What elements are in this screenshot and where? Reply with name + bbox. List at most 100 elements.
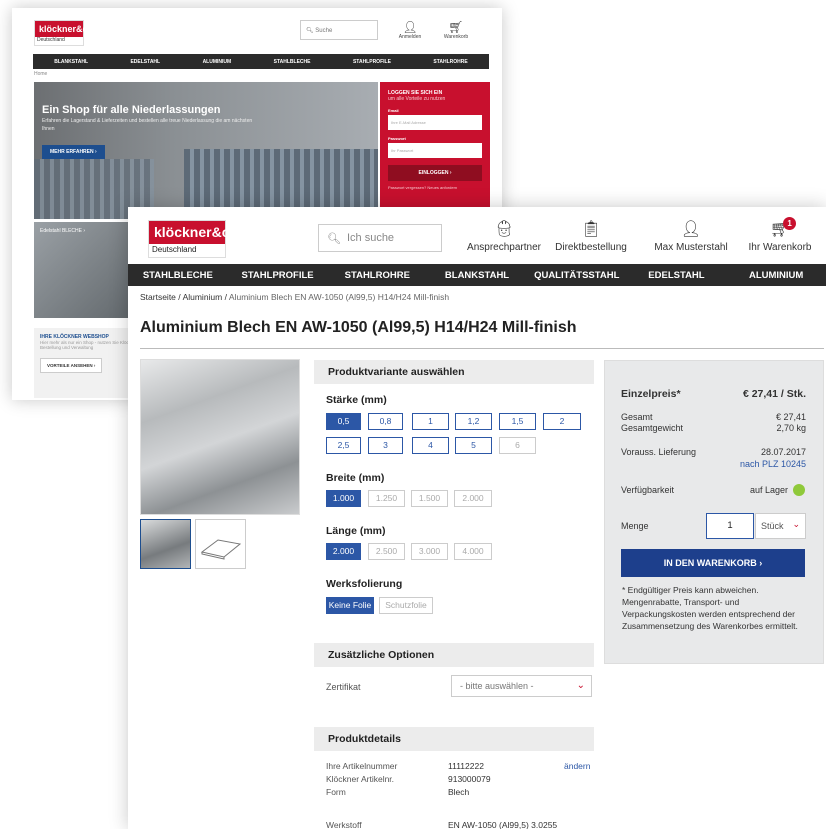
kloeckner-article-value: 913000079 [448, 774, 491, 784]
total-label: Gesamt [621, 412, 653, 422]
total-weight-value: 2,70 kg [776, 423, 806, 433]
bg-login-link[interactable]: 👤︎ Anmelden [390, 20, 430, 40]
clipboard-icon: 📋︎ [580, 221, 602, 238]
bg-nav-item[interactable]: BLANKSTAHL [54, 59, 88, 65]
thumbnail-drawing[interactable] [195, 519, 246, 569]
thumbnail-photo[interactable] [140, 519, 191, 569]
thickness-option-5[interactable]: 5 [455, 437, 492, 454]
nav-item-aluminium[interactable]: ALUMINIUM [726, 270, 826, 281]
thickness-label: Stärke (mm) [326, 394, 387, 406]
bg-nav-item[interactable]: EDELSTAHL [130, 59, 160, 65]
direct-order-link[interactable]: 📋︎ Direktbestellung [551, 221, 631, 253]
contact-label: Ansprechpartner [467, 242, 541, 253]
breadcrumb: Startseite / Aluminium / Aluminium Blech… [140, 292, 449, 302]
bg-breadcrumb[interactable]: Home [34, 71, 47, 77]
search-placeholder: Ich suche [346, 232, 395, 244]
bg-login-label: Anmelden [398, 34, 422, 40]
bg-cart-link[interactable]: 🛒︎ Warenkorb [436, 20, 476, 40]
bg-nav-item[interactable]: STAHLPROFILE [353, 59, 391, 65]
edit-article-link[interactable]: ändern [564, 760, 590, 773]
details-section-header: Produktdetails [314, 727, 594, 751]
length-option-4000[interactable]: 4.000 [454, 543, 492, 560]
bg-webshop-button[interactable]: VORTEILE ANSEHEN › [40, 358, 103, 373]
user-icon: 👤︎ [402, 20, 418, 34]
kloeckner-article-label: Klöckner Artikelnr. [326, 774, 395, 784]
unit-select[interactable]: Stück ⌄ [755, 513, 806, 539]
options-section-header: Zusätzliche Optionen [314, 643, 594, 667]
cart-icon: 🛒︎ 1 [770, 217, 797, 239]
breadcrumb-current: Aluminium Blech EN AW-1050 (Al99,5) H14/… [228, 292, 450, 302]
length-option-2000[interactable]: 2.000 [326, 543, 361, 560]
nav-item-qualitaetsstahl[interactable]: QUALITÄTSSTAHL [527, 270, 627, 281]
user-account-link[interactable]: 👤︎ Max Musterstahl [646, 221, 736, 253]
thickness-option-1[interactable]: 1 [412, 413, 449, 430]
breadcrumb-aluminium[interactable]: Aluminium [183, 292, 223, 302]
width-option-2000[interactable]: 2.000 [454, 490, 492, 507]
thickness-option-3[interactable]: 3 [368, 437, 403, 454]
bg-nav-item[interactable]: STAHLBLECHE [274, 59, 311, 65]
thickness-option-0-5[interactable]: 0,5 [326, 413, 361, 430]
search-input[interactable]: 🔍︎ Ich suche [318, 224, 442, 252]
bg-logo[interactable]: klöckner&co Deutschland [34, 20, 93, 46]
bg-hero-button[interactable]: MEHR ERFAHREN › [42, 145, 105, 159]
thickness-option-2-5[interactable]: 2,5 [326, 437, 361, 454]
bg-logo-sub: Deutschland [37, 37, 65, 43]
width-option-1500[interactable]: 1.500 [411, 490, 448, 507]
length-label: Länge (mm) [326, 525, 386, 537]
breadcrumb-separator: / [224, 292, 227, 302]
delivery-zip-link[interactable]: nach PLZ 10245 [696, 459, 806, 469]
product-image[interactable] [140, 359, 300, 515]
width-option-1000[interactable]: 1.000 [326, 490, 361, 507]
thickness-option-1-2[interactable]: 1,2 [455, 413, 492, 430]
divider [140, 348, 824, 349]
cart-link[interactable]: 🛒︎ 1 Ihr Warenkorb [740, 217, 820, 253]
nav-item-stahlrohre[interactable]: STAHLROHRE [327, 270, 427, 281]
length-option-2500[interactable]: 2.500 [368, 543, 405, 560]
unit-select-value: Stück [761, 521, 784, 531]
thickness-option-4[interactable]: 4 [412, 437, 449, 454]
bg-email-input[interactable]: Ihre E-Mail Adresse [388, 115, 482, 130]
bg-forgot-link[interactable]: Passwort vergessen? Neues anfordern [388, 185, 482, 190]
bg-search-input[interactable]: 🔍︎ Suche [300, 20, 378, 40]
quantity-input[interactable]: 1 [706, 513, 754, 539]
add-to-cart-button[interactable]: IN DEN WARENKORB › [621, 549, 805, 577]
thickness-option-1-5[interactable]: 1,5 [499, 413, 536, 430]
thickness-option-6[interactable]: 6 [499, 437, 536, 454]
nav-item-stahlbleche[interactable]: STAHLBLECHE [128, 270, 228, 281]
nav-item-edelstahl[interactable]: EDELSTAHL [627, 270, 727, 281]
width-label: Breite (mm) [326, 472, 385, 484]
breadcrumb-home[interactable]: Startseite [140, 292, 176, 302]
bg-nav-item[interactable]: STAHLROHRE [433, 59, 467, 65]
cart-count-badge: 1 [783, 217, 797, 230]
unit-price-value: € 27,41 / Stk. [742, 388, 806, 400]
variant-section-header: Produktvariante auswählen [314, 360, 594, 384]
bg-password-label: Passwort [388, 136, 406, 141]
direct-order-label: Direktbestellung [555, 242, 627, 253]
bg-nav-item[interactable]: ALUMINIUM [203, 59, 232, 65]
foil-option-none[interactable]: Keine Folie [326, 597, 374, 614]
thickness-option-2[interactable]: 2 [543, 413, 581, 430]
total-weight-label: Gesamtgewicht [621, 423, 684, 433]
bg-password-input[interactable]: Ihr Passwort [388, 143, 482, 158]
stock-status-dot [793, 484, 805, 496]
certificate-select[interactable]: - bitte auswählen - ⌄ [451, 675, 592, 697]
bg-search-placeholder: Suche [315, 28, 333, 34]
delivery-label: Vorauss. Lieferung [621, 447, 697, 457]
width-option-1250[interactable]: 1.250 [368, 490, 405, 507]
cart-label: Ihr Warenkorb [748, 242, 812, 253]
thickness-option-0-8[interactable]: 0,8 [368, 413, 403, 430]
bg-cart-label: Warenkorb [443, 34, 469, 40]
bg-logo-text: klöckner&co [35, 21, 93, 37]
contact-person-icon: 👷︎ [493, 221, 515, 238]
logo[interactable]: klöckner&co Deutschland [148, 220, 238, 258]
nav-item-blankstahl[interactable]: BLANKSTAHL [427, 270, 527, 281]
foil-option-protective[interactable]: Schutzfolie [379, 597, 433, 614]
certificate-select-value: - bitte auswählen - [460, 681, 534, 691]
contact-link[interactable]: 👷︎ Ansprechpartner [464, 221, 544, 253]
bg-login-button[interactable]: EINLOGGEN › [388, 165, 482, 181]
bg-email-label: Email [388, 108, 399, 113]
length-option-3000[interactable]: 3.000 [411, 543, 448, 560]
bg-hero-text: Erfahren die Lagerstand & Lieferzeiten u… [42, 118, 253, 132]
nav-item-stahlprofile[interactable]: STAHLPROFILE [228, 270, 328, 281]
quantity-label: Menge [621, 521, 649, 531]
